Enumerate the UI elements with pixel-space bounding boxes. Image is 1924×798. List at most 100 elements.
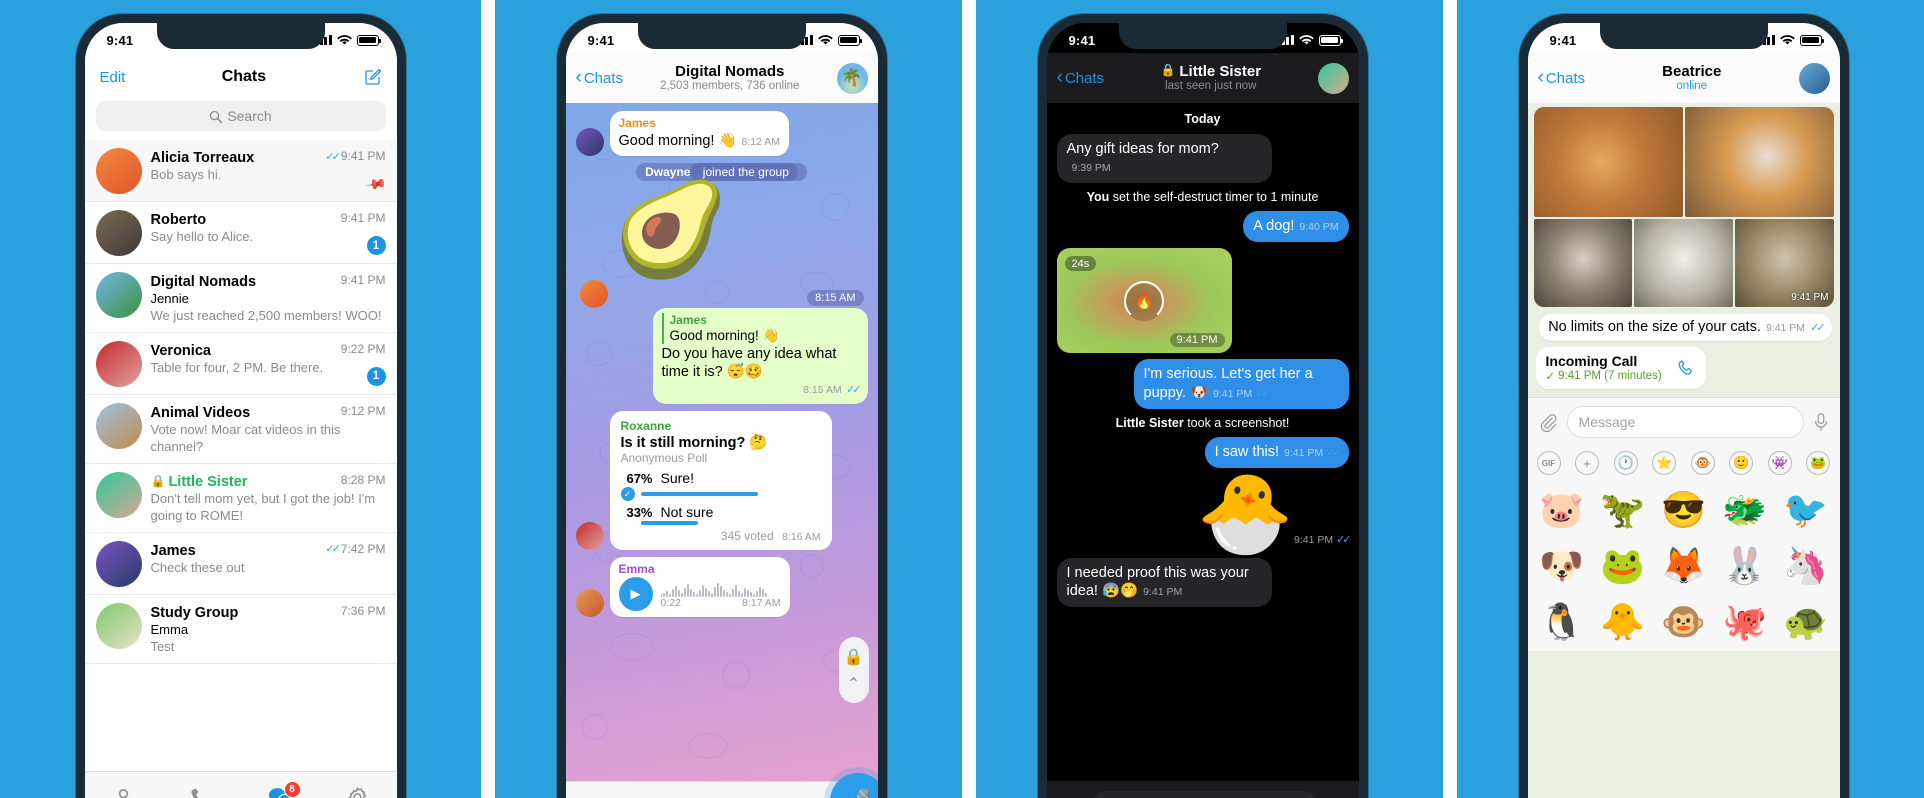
- tabby-cat-photo[interactable]: 9:41 PM: [1734, 219, 1834, 307]
- back-button[interactable]: ‹ Chats: [1057, 68, 1105, 87]
- message-bubble[interactable]: James Good morning! 👋 Do you have any id…: [652, 307, 868, 404]
- table-row[interactable]: James Check these out ✓✓ 7:42 PM: [84, 533, 397, 595]
- poll-option[interactable]: 67% Sure! ✓: [620, 470, 821, 502]
- table-row[interactable]: Study Group Emma Test 7:36 PM: [84, 595, 397, 664]
- back-button[interactable]: ‹ Chats: [576, 68, 624, 87]
- table-row[interactable]: Animal Videos Vote now! Moar cat videos i…: [84, 395, 397, 464]
- paperclip-icon[interactable]: [1539, 413, 1558, 432]
- monkey-pack-tab[interactable]: 🐵: [1690, 451, 1715, 475]
- message-area[interactable]: 9:41 PM No limits on the size of your ca…: [1527, 103, 1840, 798]
- avatar[interactable]: [95, 471, 142, 518]
- sticker-panel[interactable]: 🐷 🦖 😎 🐲 🐦 🐶 🐸 🦊 🐰 🦄 🐧 🐥 🐵 🐙 🐢: [1527, 480, 1840, 651]
- sticker-item[interactable]: 🐸: [1593, 538, 1653, 593]
- message-bubble[interactable]: Any gift ideas for mom? 9:39 PM: [1056, 134, 1272, 184]
- message-area[interactable]: James Good morning! 👋 8:12 AM Dwayne joi…: [565, 103, 878, 781]
- smiley-pack-tab[interactable]: 🙂: [1729, 451, 1754, 475]
- sticker-tabs[interactable]: GIF + 🕐 ⭐ 🐵 🙂 👾 🐸: [1527, 446, 1840, 480]
- white-cat-photo[interactable]: [1634, 219, 1733, 307]
- chat-title-block[interactable]: Beatrice online: [1585, 63, 1798, 93]
- add-sticker-button[interactable]: +: [1575, 451, 1600, 475]
- avatar[interactable]: [95, 148, 142, 194]
- message-input[interactable]: Message: [1566, 406, 1804, 438]
- sticker-item[interactable]: 🐙: [1715, 594, 1775, 649]
- tab-chats[interactable]: 8Chats: [241, 772, 319, 798]
- avatar[interactable]: [579, 279, 608, 308]
- kitten-photo[interactable]: [1533, 219, 1633, 307]
- sticker-message[interactable]: 🥑 8:15 AM: [576, 184, 868, 308]
- ginger-cat-photo[interactable]: [1533, 107, 1683, 217]
- phone-icon[interactable]: [1677, 359, 1696, 378]
- compose-icon[interactable]: [363, 68, 382, 87]
- incoming-call-card[interactable]: Incoming Call ✓ 9:41 PM (7 minutes): [1535, 347, 1706, 389]
- table-row[interactable]: Veronica Table for four, 2 PM. Be there. 9…: [84, 333, 397, 395]
- shocked-egg-sticker[interactable]: 🐣: [1197, 474, 1294, 552]
- avatar[interactable]: [1798, 62, 1830, 94]
- table-row[interactable]: Alicia Torreaux Bob says hi. ✓✓ 9:41 PM 📌: [84, 140, 397, 202]
- tab-calls[interactable]: Calls: [163, 772, 241, 798]
- avatar[interactable]: 🌴: [836, 62, 868, 94]
- back-button[interactable]: ‹ Chats: [1538, 68, 1586, 87]
- waveform[interactable]: [660, 580, 781, 597]
- sticker-item[interactable]: 🐢: [1776, 594, 1836, 649]
- message-bubble[interactable]: No limits on the size of your cats. 9:41…: [1539, 314, 1832, 341]
- message-input[interactable]: Message 1m: [1089, 791, 1319, 798]
- sticker-item[interactable]: 🐲: [1715, 482, 1775, 537]
- tab-contacts[interactable]: Contacts: [85, 772, 163, 798]
- chat-title-block[interactable]: 🔒 Little Sister last seen just now: [1104, 63, 1317, 93]
- sticker-item[interactable]: 🐦: [1776, 482, 1836, 537]
- recent-stickers-tab[interactable]: 🕐: [1613, 451, 1638, 475]
- message-bubble[interactable]: I needed proof this was your idea! 😰🤭 9:4…: [1056, 557, 1272, 607]
- sticker-item[interactable]: 🦊: [1654, 538, 1714, 593]
- favorites-tab[interactable]: ⭐: [1652, 451, 1677, 475]
- poll-options[interactable]: 67% Sure! ✓ 33% Not sure: [620, 470, 821, 525]
- poll-option[interactable]: 33% Not sure: [621, 504, 821, 525]
- table-row[interactable]: Roberto Say hello to Alice. 9:41 PM 1: [84, 202, 397, 264]
- search-input[interactable]: Search: [95, 101, 386, 131]
- sticker-item[interactable]: 🐥: [1593, 594, 1653, 649]
- message-bubble[interactable]: I'm serious. Let's get her a puppy. 🐶 9:4…: [1133, 359, 1349, 409]
- self-destruct-photo[interactable]: 24s 🔥 9:41 PM: [1056, 248, 1232, 354]
- play-icon[interactable]: ▶: [618, 577, 653, 612]
- tiger-photo[interactable]: [1684, 107, 1834, 217]
- microphone-icon[interactable]: [1813, 412, 1829, 432]
- sticker-item[interactable]: 🐰: [1715, 538, 1775, 593]
- voice-message-bubble[interactable]: Emma ▶ 0:22 8:17 AM: [609, 556, 790, 618]
- avatar[interactable]: [1317, 62, 1349, 94]
- avatar[interactable]: [95, 602, 142, 649]
- table-row[interactable]: Digital Nomads Jennie We just reached 2,50…: [84, 264, 397, 333]
- sticker-item[interactable]: 🐵: [1654, 594, 1714, 649]
- photo-album[interactable]: 9:41 PM: [1528, 103, 1840, 307]
- message-bubble[interactable]: James Good morning! 👋 8:12 AM: [609, 111, 790, 156]
- sticker-item[interactable]: 🐷: [1532, 482, 1592, 537]
- sticker-item[interactable]: 😎: [1654, 482, 1714, 537]
- tab-settings[interactable]: Settings: [319, 772, 397, 798]
- avatar[interactable]: [575, 521, 604, 550]
- avatar[interactable]: [95, 340, 142, 387]
- sticker-item[interactable]: 🦖: [1593, 482, 1653, 537]
- reply-quote[interactable]: James Good morning! 👋: [661, 312, 859, 345]
- edit-button[interactable]: Edit: [100, 69, 126, 86]
- chat-title-block[interactable]: Digital Nomads 2,503 members, 736 online: [623, 63, 836, 93]
- poll-card[interactable]: Roxanne Is it still morning? 🤔 Anonymous…: [609, 410, 832, 550]
- table-row[interactable]: 🔒 Little Sister Don't tell mom yet, but I …: [84, 464, 397, 533]
- sticker-item[interactable]: 🐶: [1532, 538, 1592, 593]
- record-lock-control[interactable]: 🔒 ⌃: [838, 637, 869, 703]
- frog-pack-tab[interactable]: 🐸: [1806, 451, 1831, 475]
- monster-pack-tab[interactable]: 👾: [1767, 451, 1792, 475]
- avatar[interactable]: [95, 540, 142, 587]
- avatar[interactable]: [575, 589, 604, 618]
- waveform-bar: [675, 585, 678, 597]
- gif-button[interactable]: GIF: [1536, 451, 1561, 475]
- message-bubble[interactable]: I saw this! 9:41 PM ✓✓: [1204, 436, 1349, 468]
- avatar[interactable]: [575, 127, 604, 156]
- avatar[interactable]: [95, 402, 142, 449]
- sleeping-avocado-sticker[interactable]: 🥑: [614, 184, 729, 276]
- message-area[interactable]: Today Any gift ideas for mom? 9:39 PM You …: [1046, 103, 1359, 781]
- tab-bar[interactable]: ContactsCalls8ChatsSettings: [84, 771, 397, 798]
- sticker-item[interactable]: 🦄: [1776, 538, 1836, 593]
- chat-list[interactable]: Alicia Torreaux Bob says hi. ✓✓ 9:41 PM 📌 Rob…: [84, 140, 397, 771]
- sticker-item[interactable]: 🐧: [1532, 594, 1592, 649]
- message-bubble[interactable]: A dog! 9:40 PM: [1243, 211, 1349, 243]
- avatar[interactable]: [95, 210, 142, 256]
- avatar[interactable]: [95, 272, 142, 318]
